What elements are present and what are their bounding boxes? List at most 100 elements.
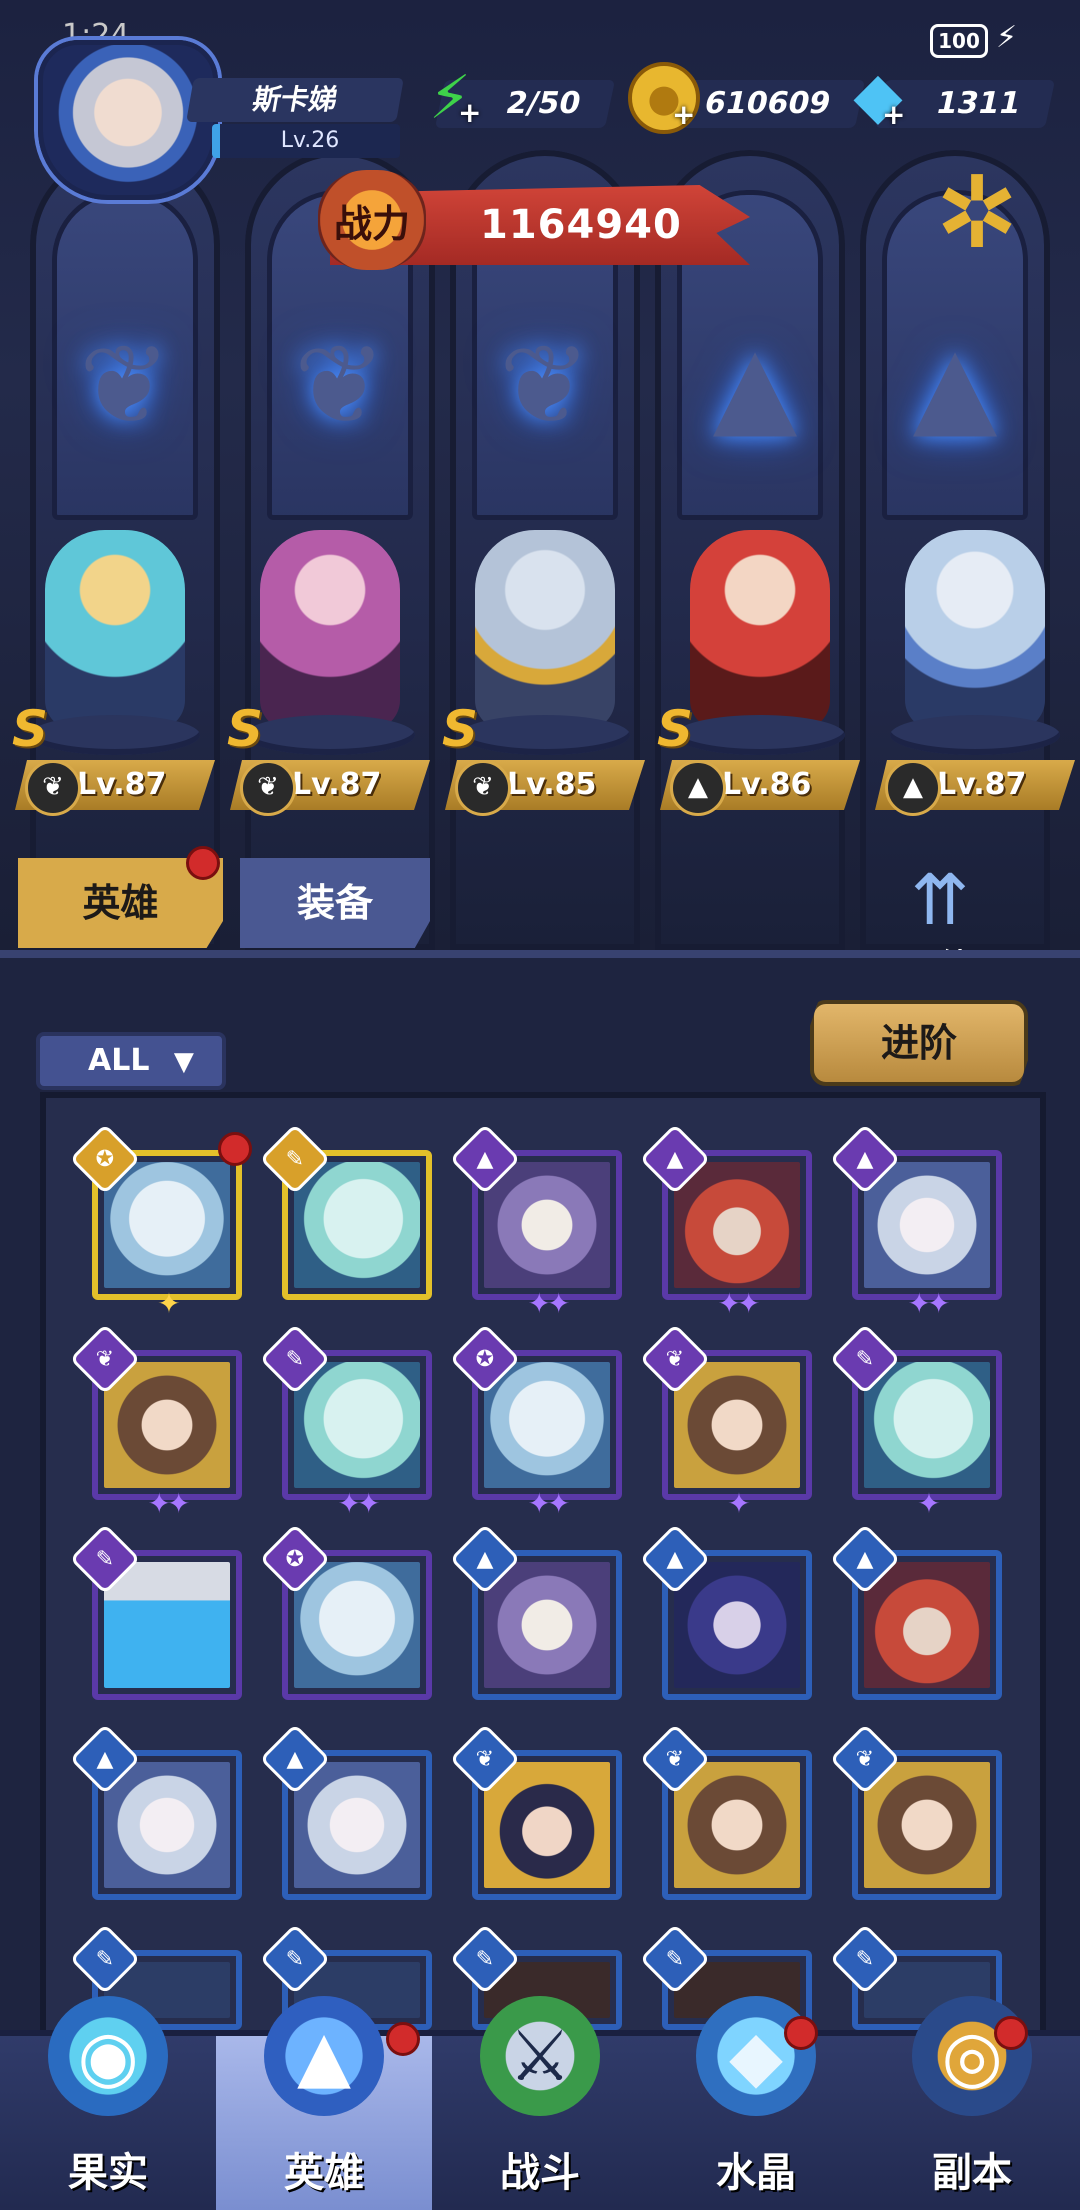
star-rating: ✦ (917, 1487, 940, 1520)
hat-icon: ▲ (670, 760, 726, 816)
hero-figure (45, 530, 185, 730)
star-rating: ✦✦ (717, 1287, 761, 1320)
crystal-icon: ◆ (696, 1996, 816, 2116)
bottom-navigation: ◉ 果实 ▲ 英雄 ⚔ 战斗 ◆ 水晶 ◎ 副本 (0, 1996, 1080, 2210)
fruit-icon: ◉ (48, 1996, 168, 2116)
nav-crystal[interactable]: ◆ 水晶 (648, 1996, 864, 2210)
player-level: Lv.26 (212, 124, 400, 158)
hero-card[interactable]: ▲ (829, 1523, 1002, 1700)
hero-slot-1[interactable]: S Lv.87 ❦ (12, 530, 215, 816)
hero-card[interactable]: ✎ ✦ (829, 1323, 1002, 1520)
hero-grade: S (657, 700, 694, 758)
hero-portrait (104, 1162, 230, 1288)
wing-icon: ❦ (455, 760, 511, 816)
hero-card[interactable]: ▲ (69, 1723, 242, 1900)
hero-card[interactable]: ✪ ✦✦ (449, 1323, 622, 1520)
nav-fruit[interactable]: ◉ 果实 (0, 1996, 216, 2210)
hero-portrait (484, 1762, 610, 1888)
chevron-down-icon: ▼ (173, 1047, 194, 1077)
bond-icon: ⇈ (910, 859, 970, 941)
tab-equipment[interactable]: 装备 (240, 858, 430, 948)
filter-label: ALL (88, 1043, 150, 1078)
battery-indicator: 100 (930, 24, 988, 58)
nav-battle[interactable]: ⚔ 战斗 (432, 1996, 648, 2210)
hero-card[interactable]: ❦ ✦ (639, 1323, 812, 1520)
nav-label: 水晶 (716, 2150, 796, 2196)
portal-icon: ◎ (912, 1996, 1032, 2116)
hero-card[interactable]: ▲ (639, 1523, 812, 1700)
star-rating: ✦✦ (527, 1287, 571, 1320)
hero-slot-2[interactable]: S Lv.87 ❦ (227, 530, 430, 816)
hero-pedestal (675, 715, 845, 755)
hero-portrait (674, 1362, 800, 1488)
hero-card[interactable]: ▲ (259, 1723, 432, 1900)
wing-icon: ❦ (240, 760, 296, 816)
add-energy-button[interactable]: + (458, 96, 481, 129)
hero-portrait (104, 1362, 230, 1488)
hero-figure (475, 530, 615, 730)
advance-button[interactable]: 进阶 (810, 1000, 1028, 1086)
hero-slot-5[interactable]: Lv.87 ▲ (875, 530, 1075, 816)
hero-portrait (294, 1562, 420, 1688)
star-rating: ✦✦ (337, 1487, 381, 1520)
hero-pedestal (890, 715, 1060, 755)
notification-dot (186, 846, 220, 880)
hero-figure (690, 530, 830, 730)
hero-portrait (674, 1162, 800, 1288)
hero-card[interactable]: ❦ (449, 1723, 622, 1900)
hero-card[interactable]: ✎ (69, 1523, 242, 1700)
hero-pedestal (460, 715, 630, 755)
nav-heroes[interactable]: ▲ 英雄 (216, 1996, 432, 2210)
wing-icon: ❦ (78, 321, 172, 449)
battle-icon: ⚔ (480, 1996, 600, 2116)
wing-icon: ❦ (25, 760, 81, 816)
hero-card[interactable]: ❦ ✦✦ (69, 1323, 242, 1520)
nav-label: 英雄 (284, 2150, 364, 2196)
hero-figure (905, 530, 1045, 730)
notification-dot (994, 2016, 1028, 2050)
hero-card[interactable]: ❦ (829, 1723, 1002, 1900)
hero-card[interactable]: ❦ (639, 1723, 812, 1900)
hero-card[interactable]: ✎ ✦✦ (259, 1323, 432, 1520)
hero-pedestal (30, 715, 200, 755)
hero-portrait (864, 1362, 990, 1488)
star-rating: ✦✦ (147, 1487, 191, 1520)
hero-portrait (484, 1562, 610, 1688)
hero-card[interactable]: ▲ ✦✦ (639, 1123, 812, 1320)
hero-portrait (864, 1162, 990, 1288)
add-gold-button[interactable]: + (672, 98, 695, 131)
hero-card[interactable]: ▲ ✦✦ (449, 1123, 622, 1320)
star-rating: ✦✦ (907, 1287, 951, 1320)
hero-portrait (104, 1762, 230, 1888)
settings-gear-icon[interactable]: ✲ (922, 158, 1032, 268)
hero-portrait (484, 1362, 610, 1488)
hero-card[interactable]: ▲ (449, 1523, 622, 1700)
combat-power-label: 战力 (318, 170, 426, 270)
wing-icon: ❦ (293, 321, 387, 449)
hero-slot-3[interactable]: S Lv.85 ❦ (442, 530, 645, 816)
hero-grade: S (442, 700, 479, 758)
hero-card[interactable]: ✪ ✦ (69, 1123, 242, 1320)
nav-dungeon[interactable]: ◎ 副本 (864, 1996, 1080, 2210)
hero-portrait (294, 1362, 420, 1488)
wing-icon: ❦ (498, 321, 592, 449)
add-gem-button[interactable]: + (882, 98, 905, 131)
filter-dropdown[interactable]: ALL ▼ (36, 1032, 226, 1090)
notification-dot (784, 2016, 818, 2050)
hero-card[interactable]: ✪ (259, 1523, 432, 1700)
hero-grade: S (12, 700, 49, 758)
hero-card[interactable]: ▲ ✦✦ (829, 1123, 1002, 1320)
player-name: 斯卡娣 (186, 78, 404, 122)
hero-card[interactable]: ✎ (259, 1123, 432, 1300)
charging-icon: ⚡ (996, 20, 1018, 55)
notification-dot (386, 2022, 420, 2056)
hero-portrait (674, 1762, 800, 1888)
hat-icon: ▲ (885, 760, 941, 816)
notification-dot (218, 1132, 252, 1166)
wizard-hat-icon: ▲ (264, 1996, 384, 2116)
hero-slot-4[interactable]: S Lv.86 ▲ (657, 530, 860, 816)
hero-portrait (864, 1762, 990, 1888)
hero-portrait (104, 1562, 230, 1688)
hero-figure (260, 530, 400, 730)
nav-label: 副本 (932, 2150, 1012, 2196)
